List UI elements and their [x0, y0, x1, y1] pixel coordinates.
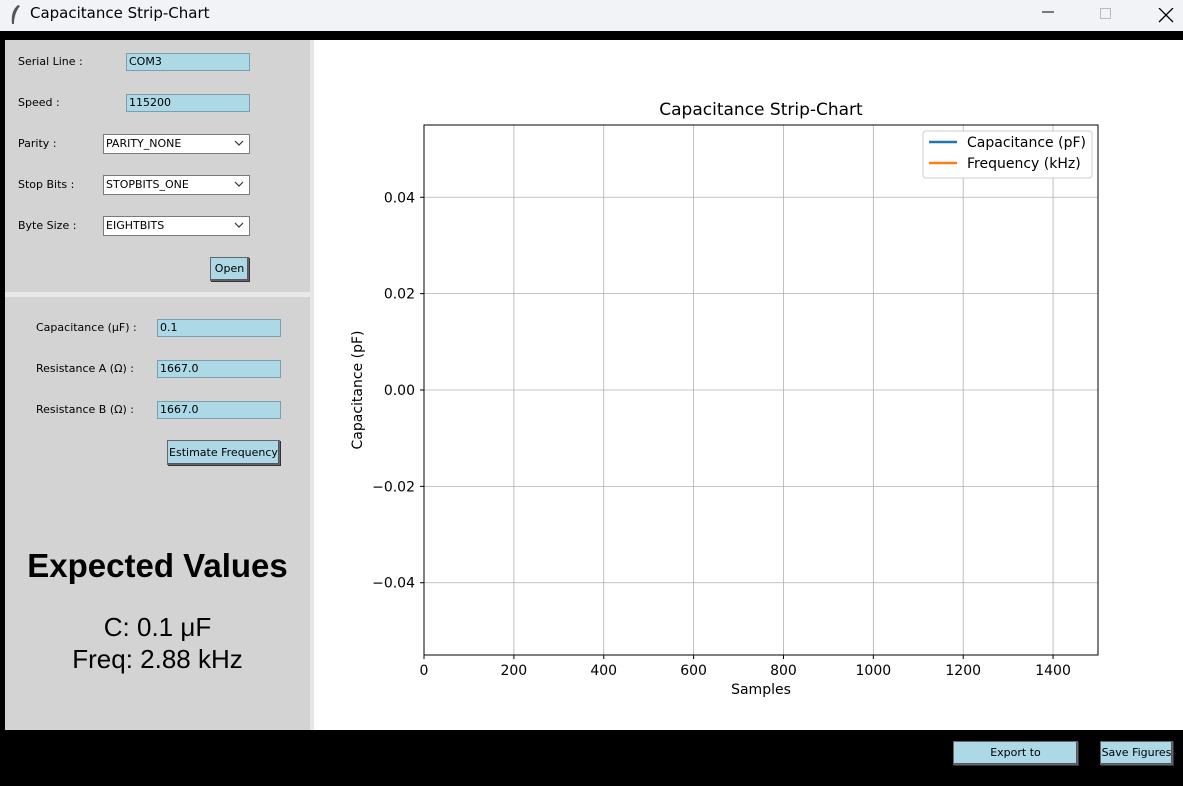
x-tick-label: 1200	[945, 663, 981, 679]
resistance-a-input[interactable]: 1667.0	[157, 360, 281, 378]
stop-bits-select[interactable]: STOPBITS_ONE	[103, 175, 250, 195]
capacitance-label: Capacitance (μF) :	[36, 321, 137, 334]
capacitance-input[interactable]: 0.1	[157, 319, 281, 337]
x-tick-label: 1400	[1035, 663, 1071, 679]
minimize-icon	[1042, 11, 1054, 13]
chevron-down-icon	[234, 181, 244, 187]
export-spreadsheet-button[interactable]: Export to Spreadsheet	[953, 741, 1078, 781]
x-tick-label: 400	[590, 663, 617, 679]
serial-line-input[interactable]: COM3	[126, 53, 250, 71]
byte-size-label: Byte Size :	[18, 219, 77, 232]
close-button[interactable]	[1142, 0, 1183, 31]
y-tick-label: 0.02	[384, 287, 415, 303]
legend-label-frequency: Frequency (kHz)	[967, 156, 1081, 172]
byte-size-select[interactable]: EIGHTBITS	[103, 216, 250, 236]
x-axis-label: Samples	[731, 682, 791, 698]
speed-input[interactable]: 115200	[126, 94, 250, 112]
maximize-button[interactable]	[1083, 0, 1129, 31]
chart-title: Capacitance Strip-Chart	[659, 100, 863, 120]
stop-bits-label: Stop Bits :	[18, 178, 75, 191]
speed-label: Speed :	[18, 96, 60, 109]
title-bar: Capacitance Strip-Chart	[0, 0, 1183, 31]
y-axis-label: Capacitance (pF)	[350, 331, 366, 450]
serial-line-label: Serial Line :	[18, 55, 83, 68]
chevron-down-icon	[234, 222, 244, 228]
x-tick-label: 0	[420, 663, 429, 679]
chevron-down-icon	[234, 140, 244, 146]
minimize-button[interactable]	[1025, 0, 1071, 31]
y-tick-label: −0.04	[372, 576, 415, 592]
chart-canvas: 0 200 400 600 800 1000 1200 1400 0.04 0.02 0.00 −0.…	[314, 40, 1183, 730]
y-tick-label: −0.02	[372, 479, 415, 495]
maximize-icon	[1100, 8, 1111, 19]
window-title: Capacitance Strip-Chart	[30, 4, 210, 22]
expected-values-title: Expected Values	[27, 547, 288, 584]
byte-size-value: EIGHTBITS	[106, 219, 165, 232]
x-tick-label: 200	[500, 663, 527, 679]
y-tick-label: 0.00	[384, 383, 415, 399]
parity-select[interactable]: PARITY_NONE	[103, 134, 250, 154]
feather-icon	[11, 5, 20, 24]
window-top-border	[0, 31, 1183, 40]
resistance-b-input[interactable]: 1667.0	[157, 401, 281, 419]
expected-frequency: Freq: 2.88 kHz	[72, 644, 243, 674]
parity-label: Parity :	[18, 137, 57, 150]
stop-bits-value: STOPBITS_ONE	[106, 178, 189, 191]
strip-chart: 0 200 400 600 800 1000 1200 1400 0.04 0.02 0.00 −0.…	[350, 100, 1099, 698]
legend-label-capacitance: Capacitance (pF)	[967, 135, 1086, 151]
resistance-a-label: Resistance A (Ω) :	[36, 362, 134, 375]
close-icon	[1158, 8, 1174, 23]
panel-separator	[5, 292, 310, 297]
chart-legend: Capacitance (pF) Frequency (kHz)	[922, 130, 1093, 179]
save-figures-button[interactable]: Save Figures	[1100, 741, 1173, 765]
resistance-b-label: Resistance B (Ω) :	[36, 403, 135, 416]
x-tick-label: 800	[770, 663, 797, 679]
x-tick-label: 600	[680, 663, 707, 679]
estimate-frequency-button[interactable]: Estimate Frequency	[167, 440, 280, 465]
open-button[interactable]: Open	[210, 257, 249, 281]
expected-capacitance: C: 0.1 μF	[103, 612, 212, 642]
y-tick-label: 0.04	[384, 190, 415, 206]
x-tick-label: 1000	[856, 663, 892, 679]
parity-value: PARITY_NONE	[106, 137, 182, 150]
